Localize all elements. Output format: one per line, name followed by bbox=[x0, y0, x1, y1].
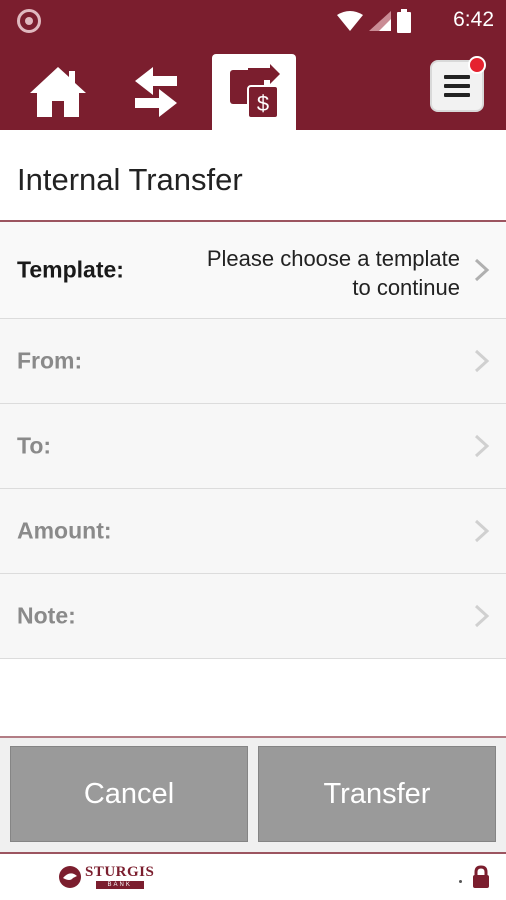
logo-sub: BANK bbox=[95, 881, 144, 889]
transfer-money-icon: $ bbox=[230, 64, 280, 119]
amount-row[interactable]: Amount: bbox=[0, 489, 506, 574]
template-label: Template: bbox=[17, 256, 124, 283]
chevron-right-icon bbox=[474, 434, 490, 458]
svg-text:$: $ bbox=[257, 91, 269, 116]
logo-text: STURGIS BANK bbox=[85, 865, 154, 889]
menu-icon bbox=[444, 75, 470, 97]
page-header: Internal Transfer bbox=[0, 130, 506, 222]
notification-circle-icon bbox=[17, 9, 41, 33]
note-label: Note: bbox=[17, 602, 76, 629]
template-value: Please choose a template to continue bbox=[160, 244, 460, 302]
form-spacer bbox=[0, 660, 506, 738]
chevron-right-icon bbox=[474, 258, 490, 282]
chevron-right-icon bbox=[474, 519, 490, 543]
menu-button[interactable] bbox=[430, 56, 486, 112]
footer-dot bbox=[459, 880, 462, 883]
from-row[interactable]: From: bbox=[0, 319, 506, 404]
status-bar: 6:42 bbox=[0, 0, 506, 42]
page-title: Internal Transfer bbox=[17, 162, 243, 197]
nav-tab-home[interactable] bbox=[16, 54, 100, 130]
status-time: 6:42 bbox=[453, 8, 494, 31]
note-row[interactable]: Note: bbox=[0, 574, 506, 659]
transfer-arrows-icon bbox=[135, 67, 177, 117]
chevron-right-icon bbox=[474, 349, 490, 373]
sturgis-bank-logo: STURGIS BANK bbox=[58, 862, 154, 892]
logo-name: STURGIS bbox=[85, 864, 155, 880]
cancel-button[interactable]: Cancel bbox=[10, 746, 248, 842]
to-row[interactable]: To: bbox=[0, 404, 506, 489]
home-icon bbox=[30, 67, 86, 117]
template-value-line2: to continue bbox=[352, 275, 460, 300]
nav-tab-internal-transfer[interactable]: $ bbox=[212, 54, 296, 130]
wifi-icon bbox=[337, 11, 363, 31]
chevron-right-icon bbox=[474, 604, 490, 628]
signal-icon bbox=[369, 11, 391, 31]
template-row[interactable]: Template: Please choose a template to co… bbox=[0, 222, 506, 319]
transfer-form: Template: Please choose a template to co… bbox=[0, 222, 506, 659]
amount-label: Amount: bbox=[17, 517, 112, 544]
notification-badge bbox=[468, 56, 486, 74]
nav-bar: $ bbox=[0, 42, 506, 130]
to-label: To: bbox=[17, 432, 52, 459]
from-label: From: bbox=[17, 347, 83, 374]
sturgeon-fish-icon bbox=[59, 866, 81, 888]
lock-icon bbox=[473, 865, 489, 888]
transfer-button[interactable]: Transfer bbox=[258, 746, 496, 842]
action-bar: Cancel Transfer bbox=[0, 736, 506, 852]
status-icons bbox=[337, 9, 411, 33]
nav-tab-transfers[interactable] bbox=[114, 54, 198, 130]
battery-icon bbox=[397, 9, 411, 33]
footer: STURGIS BANK bbox=[0, 852, 506, 900]
template-value-line1: Please choose a template bbox=[206, 246, 460, 271]
